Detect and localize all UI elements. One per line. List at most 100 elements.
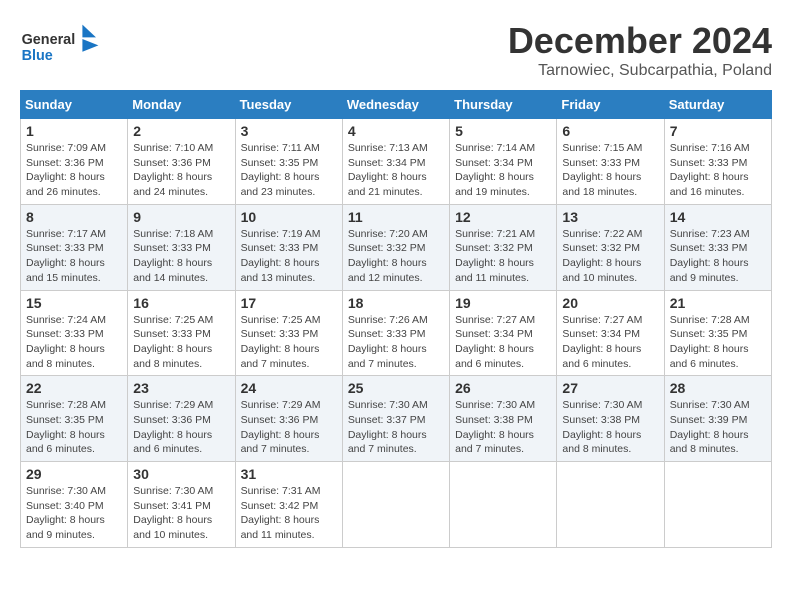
day-number: 11 <box>348 209 444 225</box>
day-number: 28 <box>670 380 766 396</box>
day-detail: Sunrise: 7:11 AMSunset: 3:35 PMDaylight:… <box>241 141 337 200</box>
calendar-cell: 3 Sunrise: 7:11 AMSunset: 3:35 PMDaylight… <box>235 119 342 205</box>
weekday-header-sunday: Sunday <box>21 91 128 119</box>
calendar-cell: 11 Sunrise: 7:20 AMSunset: 3:32 PMDayligh… <box>342 204 449 290</box>
day-detail: Sunrise: 7:30 AMSunset: 3:38 PMDaylight:… <box>562 398 658 457</box>
calendar-cell: 31Sunrise: 7:31 AMSunset: 3:42 PMDayligh… <box>235 462 342 548</box>
day-number: 22 <box>26 380 122 396</box>
day-detail: Sunrise: 7:30 AMSunset: 3:37 PMDaylight:… <box>348 398 444 457</box>
weekday-header-wednesday: Wednesday <box>342 91 449 119</box>
calendar-cell: 23 Sunrise: 7:29 AMSunset: 3:36 PMDayligh… <box>128 376 235 462</box>
day-detail: Sunrise: 7:24 AMSunset: 3:33 PMDaylight:… <box>26 313 122 372</box>
weekday-header-row: SundayMondayTuesdayWednesdayThursdayFrid… <box>21 91 772 119</box>
calendar-cell: 2Sunrise: 7:10 AMSunset: 3:36 PMDaylight… <box>128 119 235 205</box>
calendar-cell: 26 Sunrise: 7:30 AMSunset: 3:38 PMDayligh… <box>450 376 557 462</box>
day-number: 20 <box>562 295 658 311</box>
day-number: 27 <box>562 380 658 396</box>
day-detail: Sunrise: 7:28 AMSunset: 3:35 PMDaylight:… <box>670 313 766 372</box>
title-block: December 2024 Tarnowiec, Subcarpathia, P… <box>508 20 772 80</box>
calendar-table: SundayMondayTuesdayWednesdayThursdayFrid… <box>20 90 772 548</box>
calendar-cell: 12 Sunrise: 7:21 AMSunset: 3:32 PMDayligh… <box>450 204 557 290</box>
day-number: 5 <box>455 123 551 139</box>
day-number: 18 <box>348 295 444 311</box>
calendar-cell: 25Sunrise: 7:30 AMSunset: 3:37 PMDayligh… <box>342 376 449 462</box>
weekday-header-friday: Friday <box>557 91 664 119</box>
day-detail: Sunrise: 7:25 AMSunset: 3:33 PMDaylight:… <box>133 313 229 372</box>
day-detail: Sunrise: 7:28 AMSunset: 3:35 PMDaylight:… <box>26 398 122 457</box>
day-detail: Sunrise: 7:20 AMSunset: 3:32 PMDaylight:… <box>348 227 444 286</box>
day-number: 9 <box>133 209 229 225</box>
calendar-cell: 28 Sunrise: 7:30 AMSunset: 3:39 PMDayligh… <box>664 376 771 462</box>
day-detail: Sunrise: 7:14 AMSunset: 3:34 PMDaylight:… <box>455 141 551 200</box>
weekday-header-tuesday: Tuesday <box>235 91 342 119</box>
calendar-cell: 17Sunrise: 7:25 AMSunset: 3:33 PMDayligh… <box>235 290 342 376</box>
calendar-cell: 9 Sunrise: 7:18 AMSunset: 3:33 PMDaylight… <box>128 204 235 290</box>
day-number: 3 <box>241 123 337 139</box>
day-detail: Sunrise: 7:18 AMSunset: 3:33 PMDaylight:… <box>133 227 229 286</box>
day-detail: Sunrise: 7:30 AMSunset: 3:38 PMDaylight:… <box>455 398 551 457</box>
day-number: 19 <box>455 295 551 311</box>
day-number: 8 <box>26 209 122 225</box>
calendar-week-row: 1 Sunrise: 7:09 AMSunset: 3:36 PMDaylight… <box>21 119 772 205</box>
calendar-cell: 30 Sunrise: 7:30 AMSunset: 3:41 PMDayligh… <box>128 462 235 548</box>
calendar-cell: 1 Sunrise: 7:09 AMSunset: 3:36 PMDaylight… <box>21 119 128 205</box>
location-title: Tarnowiec, Subcarpathia, Poland <box>508 62 772 80</box>
day-detail: Sunrise: 7:30 AMSunset: 3:40 PMDaylight:… <box>26 484 122 543</box>
day-detail: Sunrise: 7:21 AMSunset: 3:32 PMDaylight:… <box>455 227 551 286</box>
day-detail: Sunrise: 7:30 AMSunset: 3:39 PMDaylight:… <box>670 398 766 457</box>
calendar-cell <box>450 462 557 548</box>
day-number: 30 <box>133 466 229 482</box>
day-number: 23 <box>133 380 229 396</box>
day-detail: Sunrise: 7:27 AMSunset: 3:34 PMDaylight:… <box>562 313 658 372</box>
weekday-header-monday: Monday <box>128 91 235 119</box>
calendar-cell: 24 Sunrise: 7:29 AMSunset: 3:36 PMDayligh… <box>235 376 342 462</box>
day-detail: Sunrise: 7:13 AMSunset: 3:34 PMDaylight:… <box>348 141 444 200</box>
calendar-body: 1 Sunrise: 7:09 AMSunset: 3:36 PMDaylight… <box>21 119 772 548</box>
day-detail: Sunrise: 7:30 AMSunset: 3:41 PMDaylight:… <box>133 484 229 543</box>
weekday-header-saturday: Saturday <box>664 91 771 119</box>
calendar-cell: 4Sunrise: 7:13 AMSunset: 3:34 PMDaylight… <box>342 119 449 205</box>
day-number: 29 <box>26 466 122 482</box>
calendar-cell: 29 Sunrise: 7:30 AMSunset: 3:40 PMDayligh… <box>21 462 128 548</box>
day-number: 12 <box>455 209 551 225</box>
calendar-cell: 21Sunrise: 7:28 AMSunset: 3:35 PMDayligh… <box>664 290 771 376</box>
day-detail: Sunrise: 7:29 AMSunset: 3:36 PMDaylight:… <box>241 398 337 457</box>
calendar-week-row: 15Sunrise: 7:24 AMSunset: 3:33 PMDayligh… <box>21 290 772 376</box>
day-detail: Sunrise: 7:10 AMSunset: 3:36 PMDaylight:… <box>133 141 229 200</box>
day-number: 13 <box>562 209 658 225</box>
day-detail: Sunrise: 7:19 AMSunset: 3:33 PMDaylight:… <box>241 227 337 286</box>
day-detail: Sunrise: 7:31 AMSunset: 3:42 PMDaylight:… <box>241 484 337 543</box>
calendar-cell: 10Sunrise: 7:19 AMSunset: 3:33 PMDayligh… <box>235 204 342 290</box>
day-detail: Sunrise: 7:09 AMSunset: 3:36 PMDaylight:… <box>26 141 122 200</box>
day-detail: Sunrise: 7:17 AMSunset: 3:33 PMDaylight:… <box>26 227 122 286</box>
svg-text:General: General <box>22 32 76 48</box>
day-detail: Sunrise: 7:15 AMSunset: 3:33 PMDaylight:… <box>562 141 658 200</box>
calendar-cell: 18Sunrise: 7:26 AMSunset: 3:33 PMDayligh… <box>342 290 449 376</box>
calendar-cell: 8 Sunrise: 7:17 AMSunset: 3:33 PMDaylight… <box>21 204 128 290</box>
day-detail: Sunrise: 7:29 AMSunset: 3:36 PMDaylight:… <box>133 398 229 457</box>
day-number: 6 <box>562 123 658 139</box>
day-detail: Sunrise: 7:27 AMSunset: 3:34 PMDaylight:… <box>455 313 551 372</box>
day-number: 1 <box>26 123 122 139</box>
calendar-cell: 22 Sunrise: 7:28 AMSunset: 3:35 PMDayligh… <box>21 376 128 462</box>
page-header: General Blue December 2024 Tarnowiec, Su… <box>20 20 772 80</box>
day-number: 17 <box>241 295 337 311</box>
day-detail: Sunrise: 7:16 AMSunset: 3:33 PMDaylight:… <box>670 141 766 200</box>
calendar-cell: 5 Sunrise: 7:14 AMSunset: 3:34 PMDaylight… <box>450 119 557 205</box>
day-number: 24 <box>241 380 337 396</box>
day-number: 16 <box>133 295 229 311</box>
calendar-week-row: 29 Sunrise: 7:30 AMSunset: 3:40 PMDayligh… <box>21 462 772 548</box>
calendar-cell: 20 Sunrise: 7:27 AMSunset: 3:34 PMDayligh… <box>557 290 664 376</box>
day-number: 26 <box>455 380 551 396</box>
calendar-cell: 15Sunrise: 7:24 AMSunset: 3:33 PMDayligh… <box>21 290 128 376</box>
calendar-cell: 13Sunrise: 7:22 AMSunset: 3:32 PMDayligh… <box>557 204 664 290</box>
day-number: 7 <box>670 123 766 139</box>
calendar-week-row: 8 Sunrise: 7:17 AMSunset: 3:33 PMDaylight… <box>21 204 772 290</box>
calendar-cell <box>664 462 771 548</box>
calendar-cell: 6 Sunrise: 7:15 AMSunset: 3:33 PMDaylight… <box>557 119 664 205</box>
calendar-cell <box>342 462 449 548</box>
calendar-cell: 14Sunrise: 7:23 AMSunset: 3:33 PMDayligh… <box>664 204 771 290</box>
logo: General Blue <box>20 20 100 70</box>
calendar-cell: 16 Sunrise: 7:25 AMSunset: 3:33 PMDayligh… <box>128 290 235 376</box>
calendar-cell: 19 Sunrise: 7:27 AMSunset: 3:34 PMDayligh… <box>450 290 557 376</box>
